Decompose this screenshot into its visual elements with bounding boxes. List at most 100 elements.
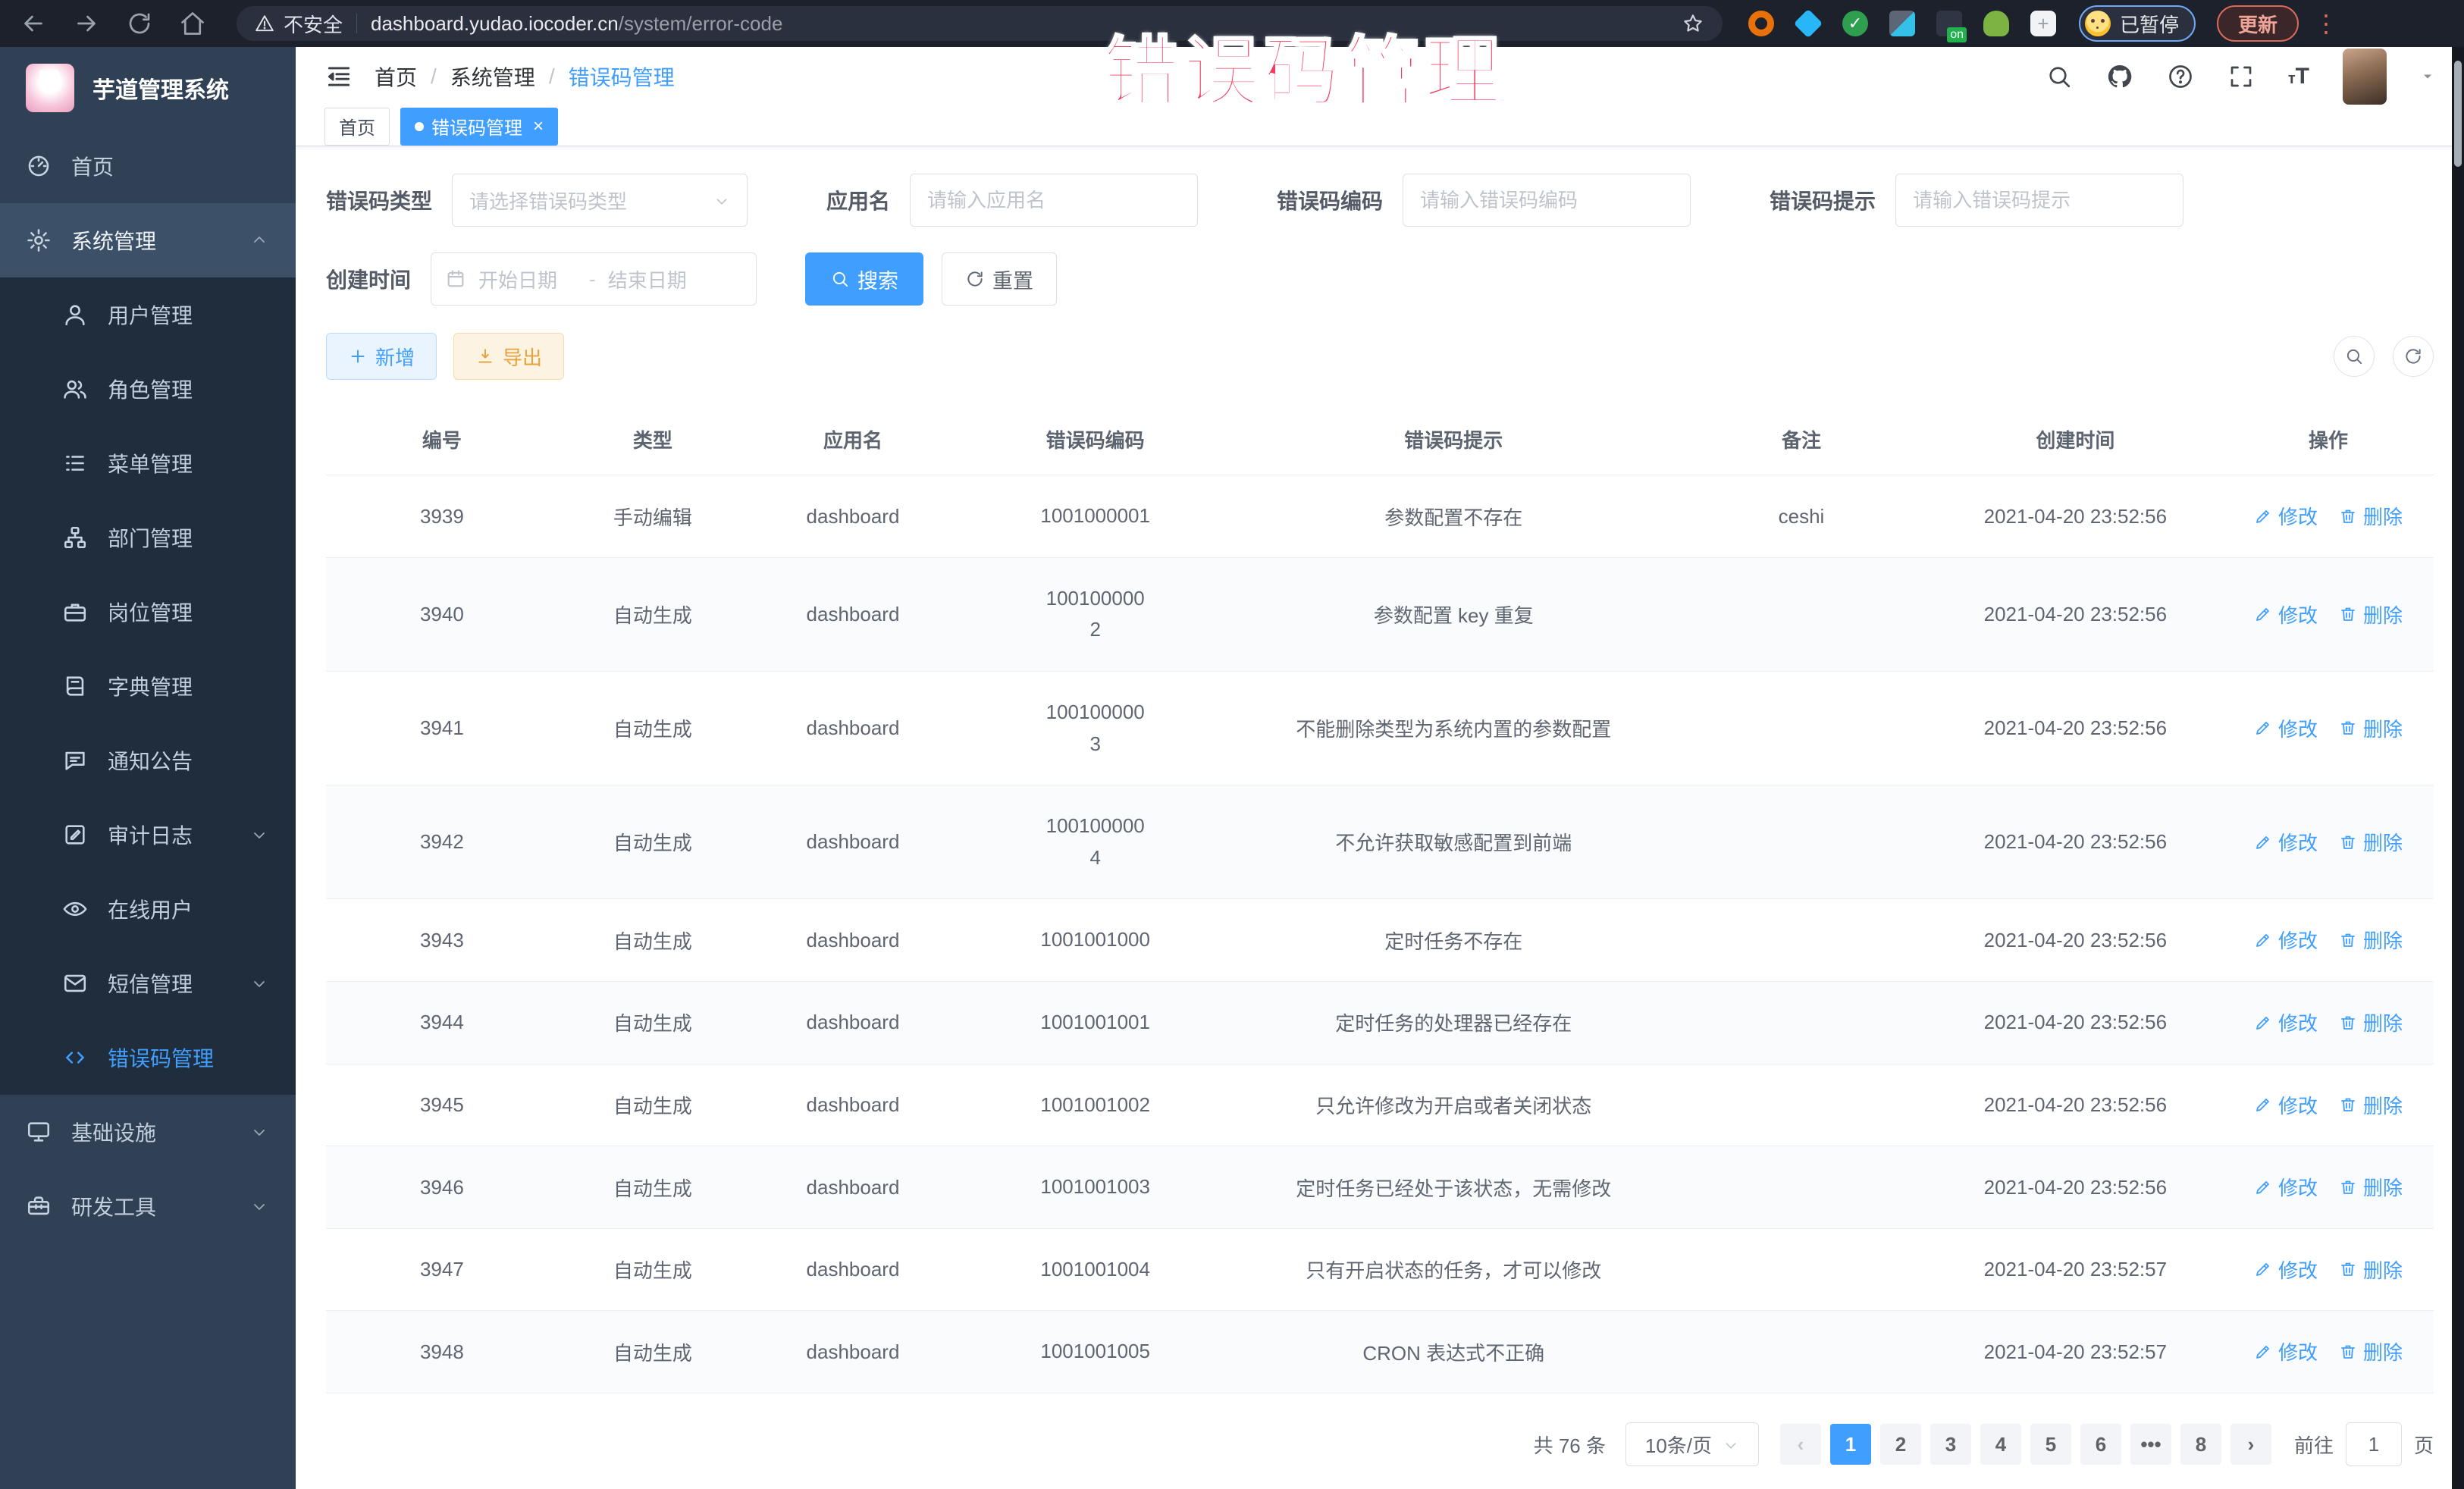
- bookmark-star-icon[interactable]: [1682, 12, 1704, 35]
- error-hint-input[interactable]: [1913, 189, 2166, 212]
- delete-link[interactable]: 删除: [2339, 1008, 2403, 1036]
- delete-link[interactable]: 删除: [2339, 1173, 2403, 1201]
- extension-icon-grid[interactable]: [1889, 11, 1915, 36]
- delete-link[interactable]: 删除: [2339, 1255, 2403, 1284]
- page-size-select[interactable]: 10条/页: [1625, 1422, 1759, 1466]
- cell-code: 1001001002: [958, 1064, 1232, 1146]
- delete-link[interactable]: 删除: [2339, 828, 2403, 856]
- cell-code: 1001001003: [958, 1146, 1232, 1229]
- page-scrollbar[interactable]: [2452, 47, 2464, 1489]
- edit-link[interactable]: 修改: [2254, 926, 2318, 954]
- page-button-1[interactable]: 1: [1830, 1424, 1871, 1465]
- sidebar-item-角色管理[interactable]: 角色管理: [0, 352, 296, 426]
- pager-ellipsis[interactable]: •••: [2130, 1424, 2171, 1465]
- page-button-3[interactable]: 3: [1930, 1424, 1971, 1465]
- page-button-8[interactable]: 8: [2180, 1424, 2221, 1465]
- export-button[interactable]: 导出: [453, 333, 564, 380]
- sidebar-item-在线用户[interactable]: 在线用户: [0, 872, 296, 946]
- sidebar-item-字典管理[interactable]: 字典管理: [0, 649, 296, 723]
- user-avatar[interactable]: [2343, 49, 2387, 105]
- address-bar[interactable]: 不安全 dashboard.yudao.iocoder.cn /system/e…: [237, 6, 1723, 41]
- sidebar-item-岗位管理[interactable]: 岗位管理: [0, 575, 296, 649]
- sidebar-item-用户管理[interactable]: 用户管理: [0, 277, 296, 352]
- sidebar-item-短信管理[interactable]: 短信管理: [0, 946, 296, 1020]
- close-icon[interactable]: ×: [533, 116, 544, 137]
- sidebar-item-菜单管理[interactable]: 菜单管理: [0, 426, 296, 500]
- sidebar-toggle-icon[interactable]: [324, 62, 353, 91]
- sidebar-item-错误码管理[interactable]: 错误码管理: [0, 1020, 296, 1095]
- extension-icon-donut[interactable]: [1748, 11, 1774, 36]
- breadcrumb-item[interactable]: 错误码管理: [569, 61, 675, 92]
- sidebar-item-通知公告[interactable]: 通知公告: [0, 723, 296, 798]
- forward-icon[interactable]: [73, 10, 100, 37]
- home-icon[interactable]: [179, 10, 206, 37]
- toggle-search-button[interactable]: [2334, 336, 2375, 377]
- next-page-button[interactable]: ›: [2230, 1424, 2271, 1465]
- delete-link[interactable]: 删除: [2339, 1091, 2403, 1119]
- breadcrumb-item[interactable]: 首页: [375, 61, 417, 92]
- plus-icon: [348, 346, 368, 366]
- reset-button[interactable]: 重置: [942, 252, 1057, 306]
- extension-icon-green[interactable]: [1983, 11, 2009, 36]
- delete-link[interactable]: 删除: [2339, 714, 2403, 742]
- page-button-6[interactable]: 6: [2080, 1424, 2121, 1465]
- tag-首页[interactable]: 首页: [324, 108, 390, 146]
- delete-link[interactable]: 删除: [2339, 926, 2403, 954]
- error-type-select[interactable]: 请选择错误码类型: [452, 174, 748, 227]
- edit-link[interactable]: 修改: [2254, 1173, 2318, 1201]
- refresh-table-button[interactable]: [2393, 336, 2434, 377]
- delete-label: 删除: [2363, 1008, 2403, 1036]
- date-range-picker[interactable]: 开始日期 - 结束日期: [431, 252, 757, 306]
- prev-page-button[interactable]: ‹: [1780, 1424, 1821, 1465]
- edit-link[interactable]: 修改: [2254, 1255, 2318, 1284]
- extension-icon-gem[interactable]: [1794, 9, 1823, 38]
- page-button-5[interactable]: 5: [2030, 1424, 2071, 1465]
- edit-link[interactable]: 修改: [2254, 828, 2318, 856]
- edit-link[interactable]: 修改: [2254, 1008, 2318, 1036]
- sidebar-item-基础设施[interactable]: 基础设施: [0, 1095, 296, 1169]
- table-row: 3943自动生成dashboard1001001000定时任务不存在2021-0…: [326, 899, 2434, 982]
- filter-error-code: 错误码编码: [1277, 174, 1691, 227]
- font-size-icon[interactable]: тT: [2288, 64, 2309, 89]
- scrollbar-thumb[interactable]: [2454, 61, 2462, 167]
- sidebar-item-系统管理[interactable]: 系统管理: [0, 203, 296, 277]
- browser-profile-button[interactable]: 已暂停: [2079, 5, 2196, 42]
- tag-错误码管理[interactable]: 错误码管理×: [400, 108, 558, 146]
- column-header-错误码编码: 错误码编码: [958, 404, 1232, 475]
- edit-link[interactable]: 修改: [2254, 714, 2318, 742]
- sidebar-menu: 首页系统管理用户管理角色管理菜单管理部门管理岗位管理字典管理通知公告审计日志在线…: [0, 129, 296, 1243]
- sidebar-logo-row[interactable]: 芋道管理系统: [0, 47, 296, 129]
- sidebar-item-审计日志[interactable]: 审计日志: [0, 798, 296, 872]
- fullscreen-icon[interactable]: [2227, 63, 2255, 90]
- search-button[interactable]: 搜索: [805, 252, 923, 306]
- app-name-input[interactable]: [927, 189, 1180, 212]
- edit-link[interactable]: 修改: [2254, 600, 2318, 629]
- help-icon[interactable]: [2167, 63, 2194, 90]
- avatar-caret-icon[interactable]: [2420, 69, 2435, 84]
- reload-icon[interactable]: [126, 10, 153, 37]
- github-icon[interactable]: [2106, 63, 2133, 90]
- search-icon[interactable]: [2045, 63, 2073, 90]
- column-header-应用名: 应用名: [748, 404, 958, 475]
- page-button-2[interactable]: 2: [1880, 1424, 1921, 1465]
- sidebar-item-首页[interactable]: 首页: [0, 129, 296, 203]
- edit-link[interactable]: 修改: [2254, 1091, 2318, 1119]
- extension-icon-on-badge[interactable]: [1936, 11, 1962, 36]
- back-icon[interactable]: [20, 10, 47, 37]
- page-button-4[interactable]: 4: [1980, 1424, 2021, 1465]
- error-code-input[interactable]: [1420, 189, 1673, 212]
- extension-icon-check[interactable]: ✓: [1842, 11, 1868, 36]
- sidebar-item-研发工具[interactable]: 研发工具: [0, 1169, 296, 1243]
- delete-link[interactable]: 删除: [2339, 1337, 2403, 1365]
- breadcrumb-item[interactable]: 系统管理: [450, 61, 535, 92]
- browser-update-button[interactable]: 更新: [2217, 5, 2299, 42]
- sidebar-item-部门管理[interactable]: 部门管理: [0, 500, 296, 575]
- browser-menu-icon[interactable]: ⋮: [2314, 9, 2340, 38]
- delete-link[interactable]: 删除: [2339, 502, 2403, 530]
- edit-link[interactable]: 修改: [2254, 1337, 2318, 1365]
- edit-link[interactable]: 修改: [2254, 502, 2318, 530]
- extensions-puzzle-icon[interactable]: [2030, 11, 2056, 36]
- goto-page-input[interactable]: [2346, 1422, 2402, 1466]
- delete-link[interactable]: 删除: [2339, 600, 2403, 629]
- add-button[interactable]: 新增: [326, 333, 437, 380]
